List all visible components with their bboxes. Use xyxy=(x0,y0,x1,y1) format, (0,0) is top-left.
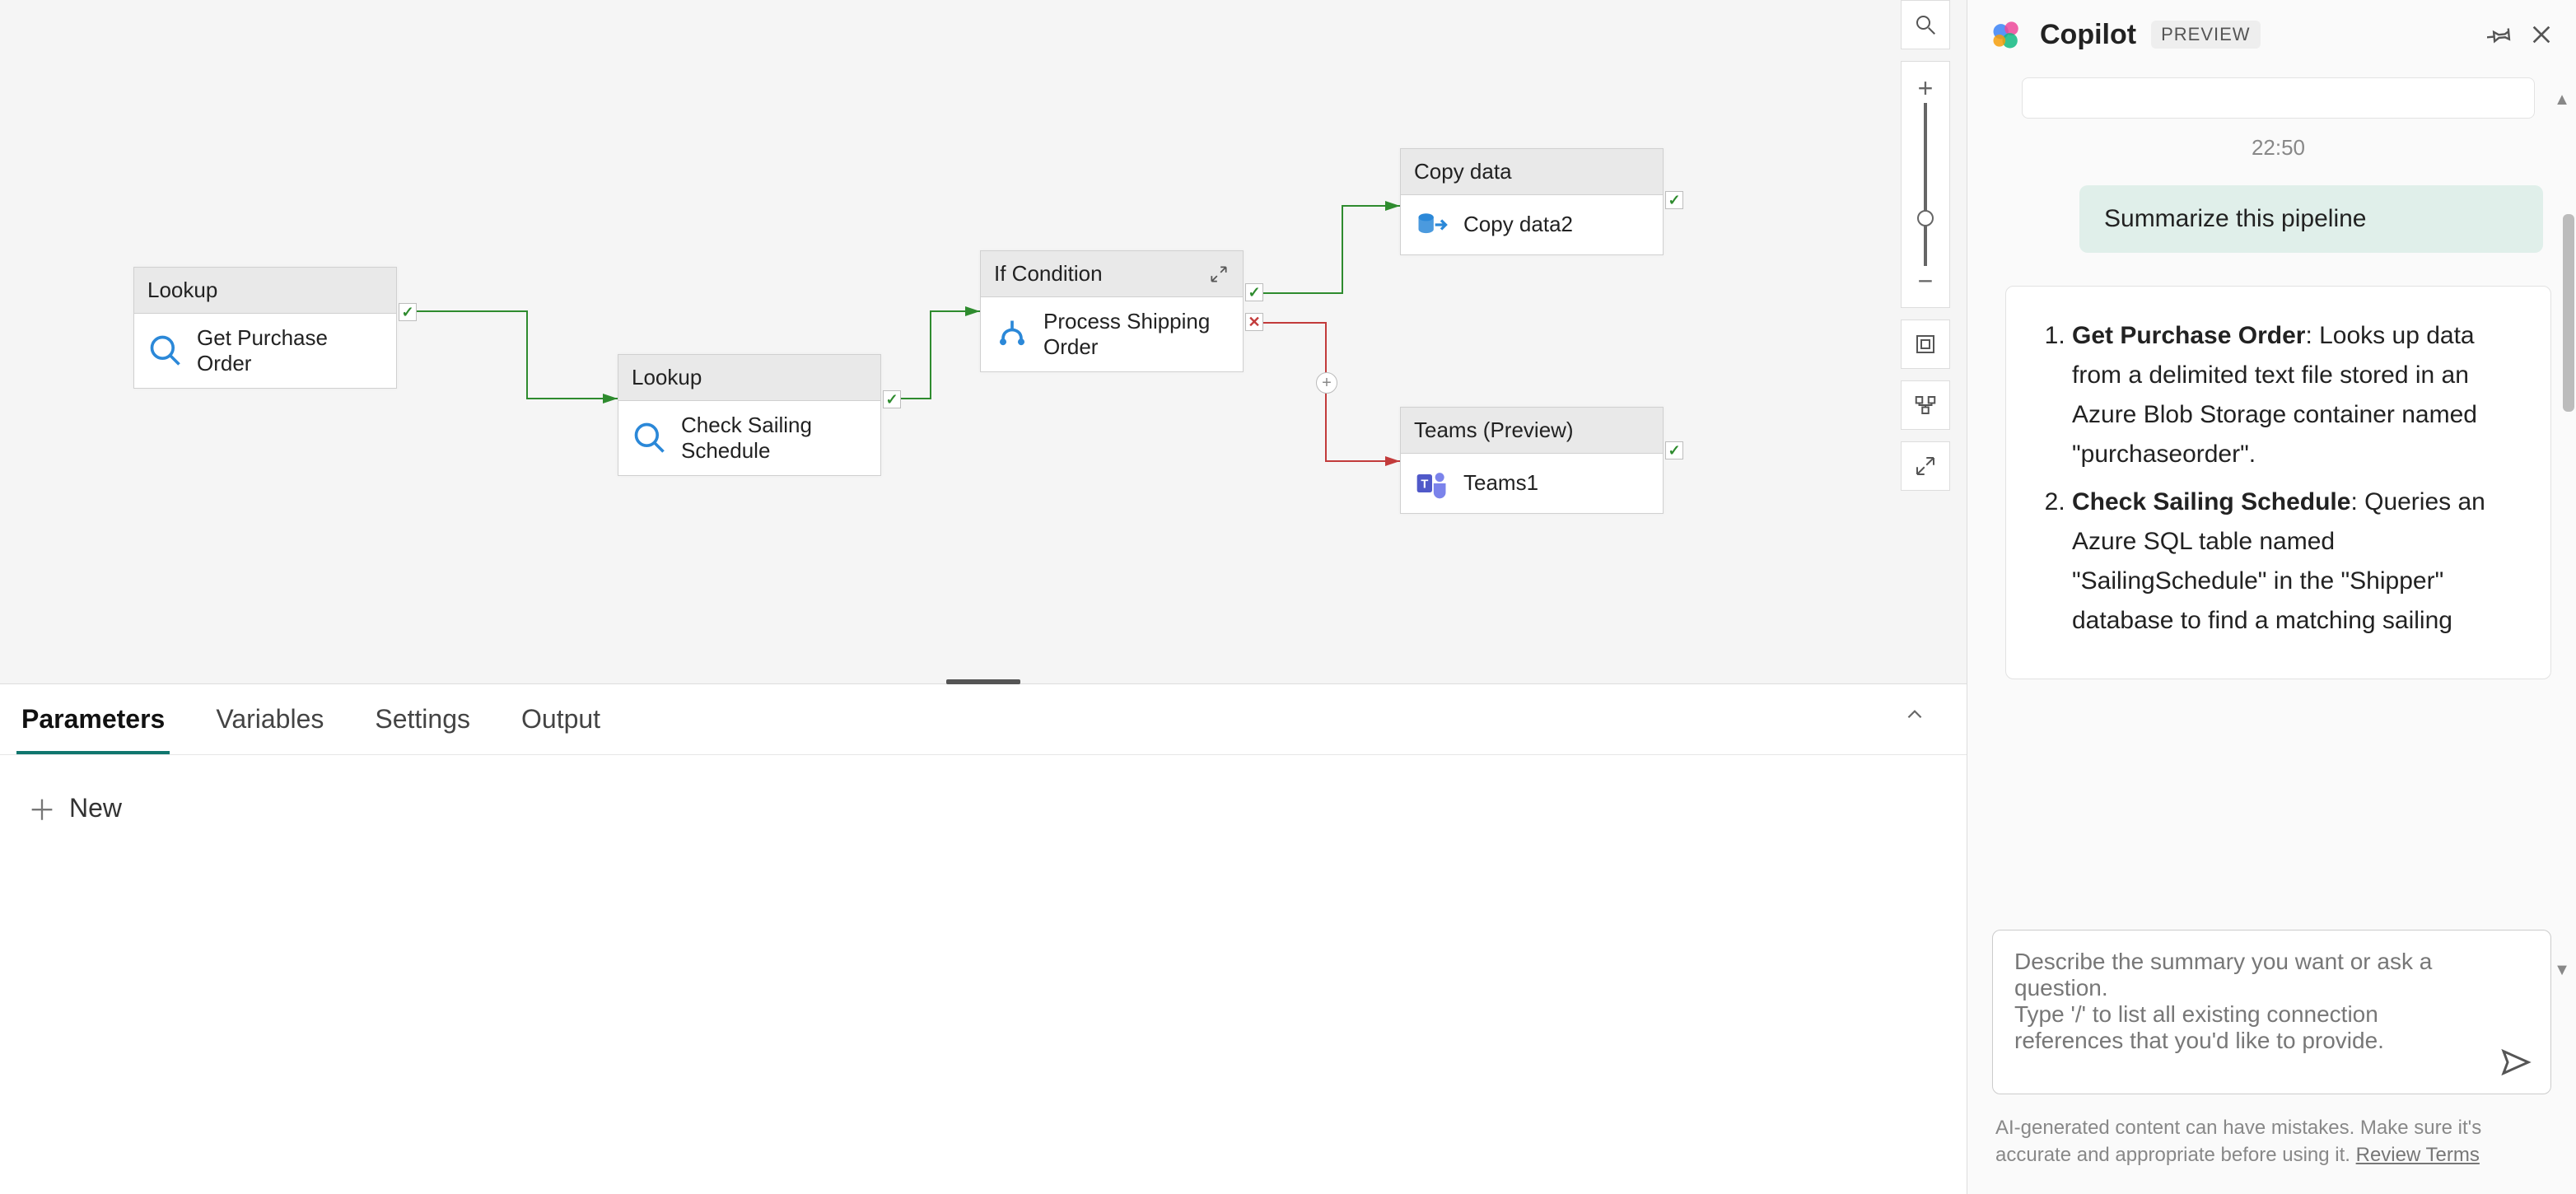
zoom-out-button[interactable]: − xyxy=(1918,268,1934,294)
activity-check-sailing-schedule[interactable]: Lookup Check Sailing Schedule xyxy=(618,354,881,476)
previous-card-peek xyxy=(2022,77,2535,119)
status-success-icon[interactable]: ✓ xyxy=(1665,441,1683,459)
user-message: Summarize this pipeline xyxy=(2079,185,2543,253)
activity-type-label: Copy data xyxy=(1414,159,1512,184)
activity-name-label: Copy data2 xyxy=(1463,212,1573,237)
copilot-disclaimer: AI-generated content can have mistakes. … xyxy=(1967,1103,2576,1194)
status-success-icon[interactable]: ✓ xyxy=(1245,283,1263,301)
activity-get-purchase-order[interactable]: Lookup Get Purchase Order xyxy=(133,267,397,389)
status-success-icon[interactable]: ✓ xyxy=(883,390,901,408)
message-timestamp: 22:50 xyxy=(2005,135,2551,161)
expand-icon[interactable] xyxy=(1208,264,1230,285)
canvas-toolbar: + − xyxy=(1901,0,1950,491)
activity-type-label: Lookup xyxy=(632,365,702,390)
fit-screen-icon xyxy=(1913,332,1938,357)
send-button[interactable] xyxy=(2499,1046,2532,1079)
chevron-up-icon xyxy=(1904,704,1925,725)
svg-text:T: T xyxy=(1421,478,1428,492)
preview-badge: PREVIEW xyxy=(2151,21,2260,49)
answer-item: Check Sailing Schedule: Queries an Azure… xyxy=(2072,483,2518,641)
pipeline-canvas[interactable]: + Lookup Get Purchase Order ✓ Lookup xyxy=(0,0,1967,683)
teams-icon: T xyxy=(1414,465,1450,501)
fit-to-screen-button[interactable] xyxy=(1901,319,1950,369)
zoom-slider[interactable]: + − xyxy=(1901,61,1950,308)
zoom-track xyxy=(1924,103,1927,266)
status-success-icon[interactable]: ✓ xyxy=(1665,191,1683,209)
copilot-title: Copilot xyxy=(2040,19,2136,51)
fullscreen-button[interactable] xyxy=(1901,441,1950,491)
if-condition-icon xyxy=(994,316,1030,352)
new-button-label: New xyxy=(69,793,122,823)
activity-type-label: Teams (Preview) xyxy=(1414,417,1574,443)
pin-button[interactable] xyxy=(2487,21,2513,48)
copilot-input[interactable]: Describe the summary you want or ask a q… xyxy=(1992,930,2551,1094)
copilot-logo-icon xyxy=(1989,16,2025,53)
lookup-icon xyxy=(147,333,184,369)
review-terms-link[interactable]: Review Terms xyxy=(2356,1144,2480,1166)
search-button[interactable] xyxy=(1901,0,1950,49)
zoom-thumb[interactable] xyxy=(1917,210,1934,226)
lookup-icon xyxy=(632,420,668,456)
copilot-input-placeholder: Describe the summary you want or ask a q… xyxy=(2014,949,2432,1053)
plus-icon: ＋ xyxy=(28,788,56,828)
tab-parameters[interactable]: Parameters xyxy=(16,704,170,754)
activity-name-label: Process Shipping Order xyxy=(1043,309,1230,360)
activity-name-label: Check Sailing Schedule xyxy=(681,413,867,464)
activity-copy-data2[interactable]: Copy data Copy data2 xyxy=(1400,148,1664,255)
copy-data-icon xyxy=(1414,207,1450,243)
send-icon xyxy=(2499,1046,2532,1079)
new-parameter-button[interactable]: ＋ New xyxy=(0,755,1967,861)
tab-variables[interactable]: Variables xyxy=(211,704,329,754)
properties-tabs: Parameters Variables Settings Output xyxy=(0,684,1967,755)
activity-type-label: Lookup xyxy=(147,278,217,303)
activity-teams1[interactable]: Teams (Preview) T Teams1 xyxy=(1400,407,1664,514)
copilot-panel: ▲ ▼ Copilot PREVIEW 22:50 Summarize this… xyxy=(1967,0,2576,1194)
copilot-conversation[interactable]: 22:50 Summarize this pipeline Get Purcha… xyxy=(1967,69,2576,910)
copilot-input-area: Describe the summary you want or ask a q… xyxy=(1967,910,2576,1103)
auto-align-button[interactable] xyxy=(1901,380,1950,430)
pipeline-canvas-container[interactable]: + Lookup Get Purchase Order ✓ Lookup xyxy=(0,0,1967,683)
search-icon xyxy=(1913,12,1938,37)
activity-process-shipping-order[interactable]: If Condition Process Shipping Order xyxy=(980,250,1244,372)
fullscreen-icon xyxy=(1913,454,1938,478)
collapse-panel-button[interactable] xyxy=(1904,704,1950,754)
activity-name-label: Get Purchase Order xyxy=(197,325,383,376)
panel-splitter[interactable] xyxy=(946,679,1020,684)
bottom-properties-panel: Parameters Variables Settings Output ＋ N… xyxy=(0,683,1967,1194)
answer-item: Get Purchase Order: Looks up data from a… xyxy=(2072,316,2518,474)
auto-align-icon xyxy=(1913,393,1938,417)
copilot-answer-card: Get Purchase Order: Looks up data from a… xyxy=(2005,286,2551,679)
tab-output[interactable]: Output xyxy=(516,704,605,754)
status-success-icon[interactable]: ✓ xyxy=(399,303,417,321)
add-branch-junction[interactable]: + xyxy=(1316,372,1337,394)
copilot-header: Copilot PREVIEW xyxy=(1967,0,2576,69)
status-fail-icon[interactable]: ✕ xyxy=(1245,313,1263,331)
activity-type-label: If Condition xyxy=(994,261,1103,287)
activity-name-label: Teams1 xyxy=(1463,470,1538,496)
main-area: + Lookup Get Purchase Order ✓ Lookup xyxy=(0,0,1967,1194)
tab-settings[interactable]: Settings xyxy=(370,704,475,754)
scroll-down-icon[interactable]: ▼ xyxy=(2554,961,2570,980)
zoom-in-button[interactable]: + xyxy=(1918,75,1934,101)
